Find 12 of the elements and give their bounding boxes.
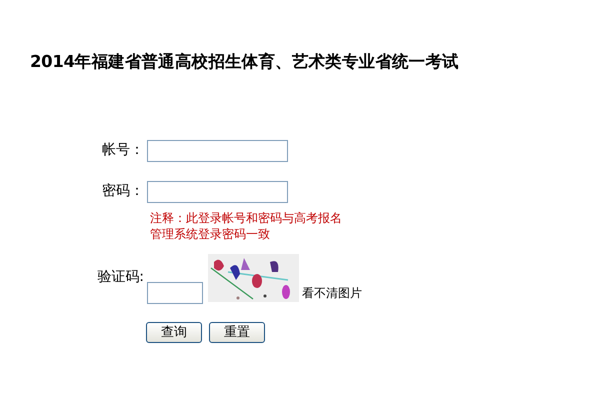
field-label: 密码： xyxy=(101,182,145,202)
account-field[interactable] xyxy=(147,140,288,162)
page-title: 2014年福建省普通高校招生体育、艺术类专业省统一考试 xyxy=(30,51,460,73)
password-field[interactable] xyxy=(147,180,288,203)
reset-button[interactable]: 重置 xyxy=(209,322,265,343)
refresh-captcha-link[interactable]: 看不清图片 xyxy=(302,284,362,302)
field-label: 验证码: xyxy=(96,268,145,288)
note-text: 注释：此登录帐号和密码与高考报名 xyxy=(150,210,343,226)
query-button[interactable]: 查询 xyxy=(146,322,202,343)
note-text: 管理系统登录密码一致 xyxy=(150,226,271,242)
captcha-field[interactable] xyxy=(147,282,203,304)
field-label: 帐号： xyxy=(101,141,145,160)
